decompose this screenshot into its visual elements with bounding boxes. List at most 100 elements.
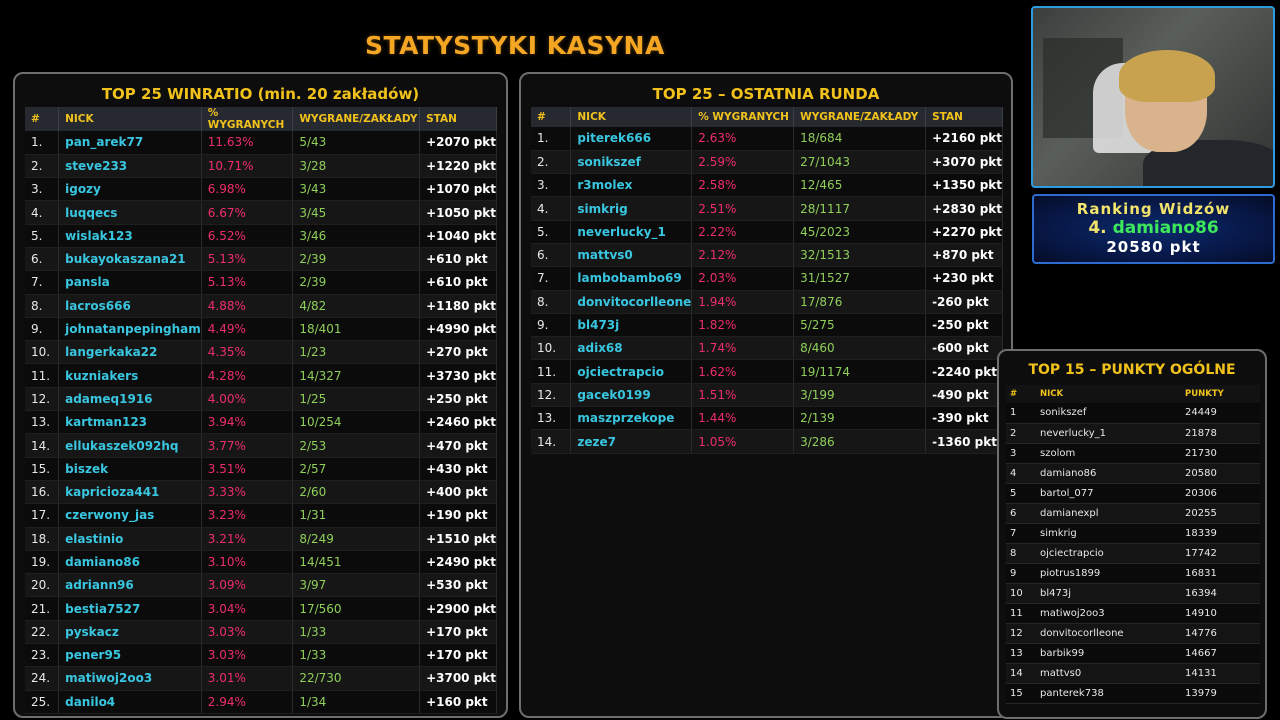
rank-cell: 11. [531, 359, 572, 384]
wins-bets-cell: 28/1117 [793, 196, 927, 221]
nick-cell: matiwoj2oo3 [58, 666, 202, 691]
rank-cell: 15 [1006, 683, 1036, 704]
rank-cell: 8 [1006, 543, 1036, 564]
table-row: 15. biszek 3.51% 2/57 +430 pkt [25, 457, 497, 481]
rank-cell: 1. [531, 127, 572, 151]
nick-cell: zeze7 [570, 429, 693, 454]
nick-cell: danilo4 [58, 690, 202, 714]
win-pct-cell: 3.94% [201, 410, 294, 435]
rank-cell: 12. [531, 383, 572, 408]
table-row: 15 panterek738 13979 [1006, 683, 1260, 704]
table-row: 7 simkrig 18339 [1006, 523, 1260, 544]
rank-cell: 6. [25, 247, 60, 272]
win-pct-cell: 11.63% [201, 131, 294, 155]
win-pct-cell: 4.00% [201, 387, 294, 412]
balance-cell: +3700 pkt [419, 666, 497, 691]
winratio-title: TOP 25 WINRATIO (min. 20 zakładów) [101, 85, 420, 103]
nick-cell: lambobambo69 [570, 266, 693, 291]
table-row: 22. pyskacz 3.03% 1/33 +170 pkt [25, 620, 497, 645]
rank-cell: 10. [531, 336, 572, 361]
nick-cell: mattvs0 [570, 243, 693, 268]
balance-cell: +190 pkt [419, 503, 497, 528]
wins-bets-cell: 2/39 [292, 270, 421, 295]
table-row: 7. pansla 5.13% 2/39 +610 pkt [25, 270, 497, 295]
table-row: 13. maszprzekope 1.44% 2/139 -390 pkt [531, 406, 1003, 431]
table-row: 20. adriann96 3.09% 3/97 +530 pkt [25, 573, 497, 598]
win-pct-cell: 3.09% [201, 573, 294, 598]
overall-header-row: # NICK PUNKTY [1006, 385, 1260, 403]
nick-cell: wislak123 [58, 224, 202, 248]
balance-cell: +610 pkt [419, 270, 497, 295]
rank-cell: 4 [1006, 463, 1036, 484]
nick-cell: kuzniakers [58, 363, 202, 388]
overall-table: # NICK PUNKTY 1 sonikszef 24449 2 neverlucky… [1006, 385, 1260, 704]
wins-bets-cell: 4/82 [292, 294, 421, 318]
balance-cell: +400 pkt [419, 480, 497, 505]
table-row: 11. kuzniakers 4.28% 14/327 +3730 pkt [25, 363, 497, 388]
nick-cell: biszek [58, 457, 202, 481]
win-pct-cell: 3.77% [201, 433, 294, 458]
nick-cell: adix68 [570, 336, 693, 361]
win-pct-cell: 6.98% [201, 177, 294, 202]
wins-bets-cell: 1/25 [292, 387, 421, 412]
rank-cell: 24. [25, 666, 60, 691]
lastround-title: TOP 25 – OSTATNIA RUNDA [652, 85, 880, 103]
table-row: 5. neverlucky_1 2.22% 45/2023 +2270 pkt [531, 220, 1003, 244]
points-cell: 14667 [1181, 643, 1260, 664]
table-row: 3. r3molex 2.58% 12/465 +1350 pkt [531, 173, 1003, 198]
table-row: 12. gacek0199 1.51% 3/199 -490 pkt [531, 383, 1003, 408]
rank-cell: 23. [25, 643, 60, 668]
nick-cell: donvitocorlleone [570, 290, 693, 314]
win-pct-cell: 3.01% [201, 666, 294, 691]
table-row: 9 piotrus1899 16831 [1006, 563, 1260, 584]
balance-cell: +2270 pkt [925, 220, 1003, 244]
page-title: STATYSTYKI KASYNA [365, 31, 665, 60]
column-header-points: PUNKTY [1181, 385, 1260, 403]
rank-cell: 18. [25, 527, 60, 551]
table-row: 10 bl473j 16394 [1006, 583, 1260, 604]
nick-cell: piterek666 [570, 127, 693, 151]
nick-cell: bl473j [1036, 583, 1181, 604]
nick-cell: simkrig [1036, 523, 1181, 544]
win-pct-cell: 4.35% [201, 340, 294, 365]
balance-cell: +2160 pkt [925, 127, 1003, 151]
overall-rows: 1 sonikszef 24449 2 neverlucky_1 21878 3 szolom… [1006, 403, 1260, 704]
win-pct-cell: 2.12% [691, 243, 795, 268]
win-pct-cell: 4.49% [201, 317, 294, 342]
win-pct-cell: 3.04% [201, 596, 294, 621]
balance-cell: +430 pkt [419, 457, 497, 481]
points-cell: 20255 [1181, 503, 1260, 524]
win-pct-cell: 4.88% [201, 294, 294, 318]
table-row: 2 neverlucky_1 21878 [1006, 423, 1260, 444]
balance-cell: +1350 pkt [925, 173, 1003, 198]
points-cell: 17742 [1181, 543, 1260, 564]
lastround-panel: TOP 25 – OSTATNIA RUNDA # NICK % WYGRANY… [519, 72, 1013, 718]
column-header-rank: # [1006, 385, 1036, 403]
winratio-header-row: # NICK % WYGRANYCH WYGRANE/ZAKŁADY STAN [25, 107, 497, 131]
win-pct-cell: 1.74% [691, 336, 795, 361]
rank-cell: 14 [1006, 663, 1036, 684]
wins-bets-cell: 1/33 [292, 620, 421, 645]
win-pct-cell: 4.28% [201, 363, 294, 388]
win-pct-cell: 10.71% [201, 154, 294, 179]
balance-cell: +1070 pkt [419, 177, 497, 202]
wins-bets-cell: 2/53 [292, 433, 421, 458]
win-pct-cell: 1.05% [691, 429, 795, 454]
points-cell: 13979 [1181, 683, 1260, 704]
table-row: 2. sonikszef 2.59% 27/1043 +3070 pkt [531, 150, 1003, 175]
balance-cell: +1040 pkt [419, 224, 497, 248]
points-cell: 14131 [1181, 663, 1260, 684]
rank-cell: 8. [531, 290, 572, 314]
table-row: 12. adameq1916 4.00% 1/25 +250 pkt [25, 387, 497, 412]
nick-cell: lacros666 [58, 294, 202, 318]
nick-cell: ojciectrapcio [570, 359, 693, 384]
winratio-rows: 1. pan_arek77 11.63% 5/43 +2070 pkt 2. steve23… [25, 131, 497, 714]
balance-cell: -1360 pkt [925, 429, 1003, 454]
balance-cell: -600 pkt [925, 336, 1003, 361]
table-row: 8. lacros666 4.88% 4/82 +1180 pkt [25, 294, 497, 318]
rank-cell: 3. [25, 177, 60, 202]
rank-cell: 2. [531, 150, 572, 175]
table-row: 9. bl473j 1.82% 5/275 -250 pkt [531, 313, 1003, 338]
win-pct-cell: 2.94% [201, 690, 294, 714]
rank-cell: 4. [25, 200, 60, 225]
